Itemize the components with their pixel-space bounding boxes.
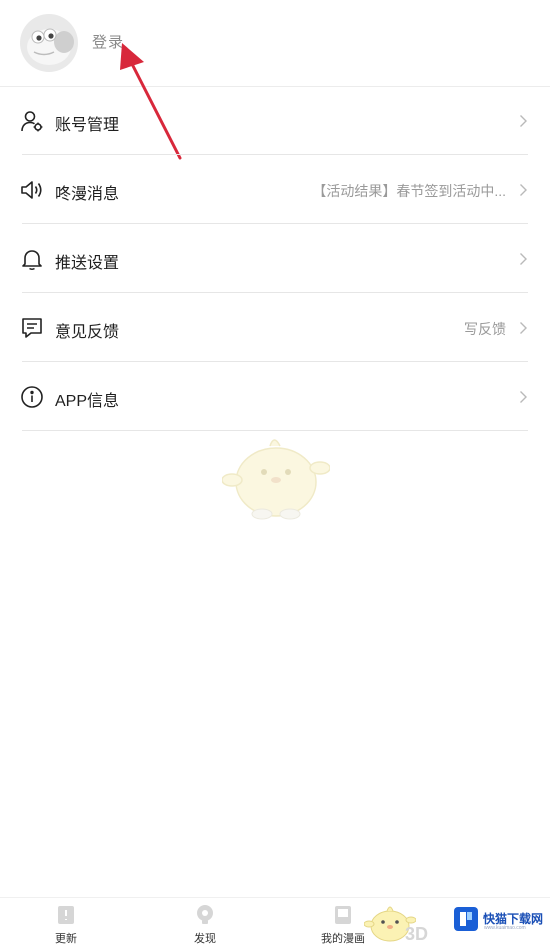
chat-message-icon [22, 318, 42, 338]
settings-menu: 账号管理 咚漫消息 【活动结果】春节签到活动中... 推送设置 意见反馈 写反馈 [0, 86, 550, 431]
chevron-right-icon [520, 322, 527, 334]
menu-item-label: 推送设置 [55, 255, 120, 272]
login-link[interactable]: 登录 [92, 31, 124, 52]
chevron-right-icon [520, 391, 527, 403]
mascot-illustration [222, 439, 330, 520]
chevron-right-icon [520, 184, 527, 196]
menu-item-app-info[interactable]: APP信息 [0, 362, 528, 431]
tab-label: 发现 [194, 933, 216, 945]
menu-item-label: 账号管理 [55, 117, 120, 134]
watermark-badge: 快猫下载网 www.kuaimao.com [452, 904, 546, 934]
menu-item-label: 意见反馈 [55, 324, 120, 341]
update-icon [58, 906, 74, 924]
info-icon [21, 386, 43, 408]
speaker-icon [21, 181, 42, 199]
chevron-right-icon [520, 115, 527, 127]
watermark-3d-text: 3D [405, 924, 429, 944]
menu-item-feedback[interactable]: 意见反馈 写反馈 [0, 293, 528, 362]
menu-item-push-settings[interactable]: 推送设置 [0, 224, 528, 293]
tab-discover[interactable]: 发现 [165, 902, 245, 948]
download-site-logo-icon [454, 907, 478, 931]
tab-label: 更新 [55, 933, 77, 945]
write-feedback-link[interactable]: 写反馈 [464, 319, 506, 339]
menu-item-messages[interactable]: 咚漫消息 【活动结果】春节签到活动中... [0, 155, 528, 224]
discover-icon [197, 905, 213, 924]
tab-updates[interactable]: 更新 [26, 902, 106, 948]
menu-item-label: 咚漫消息 [55, 186, 120, 203]
menu-item-label: APP信息 [55, 393, 120, 410]
bell-icon [22, 250, 42, 271]
watermark-badge-subtitle: www.kuaimao.com [484, 925, 526, 931]
latest-message-preview: 【活动结果】春节签到活动中... [312, 183, 506, 199]
menu-item-account[interactable]: 账号管理 [0, 86, 528, 155]
chevron-right-icon [520, 253, 527, 265]
avatar[interactable] [20, 14, 78, 72]
profile-header: 登录 [0, 0, 550, 87]
my-comics-icon [335, 906, 351, 924]
user-settings-icon [21, 111, 43, 132]
